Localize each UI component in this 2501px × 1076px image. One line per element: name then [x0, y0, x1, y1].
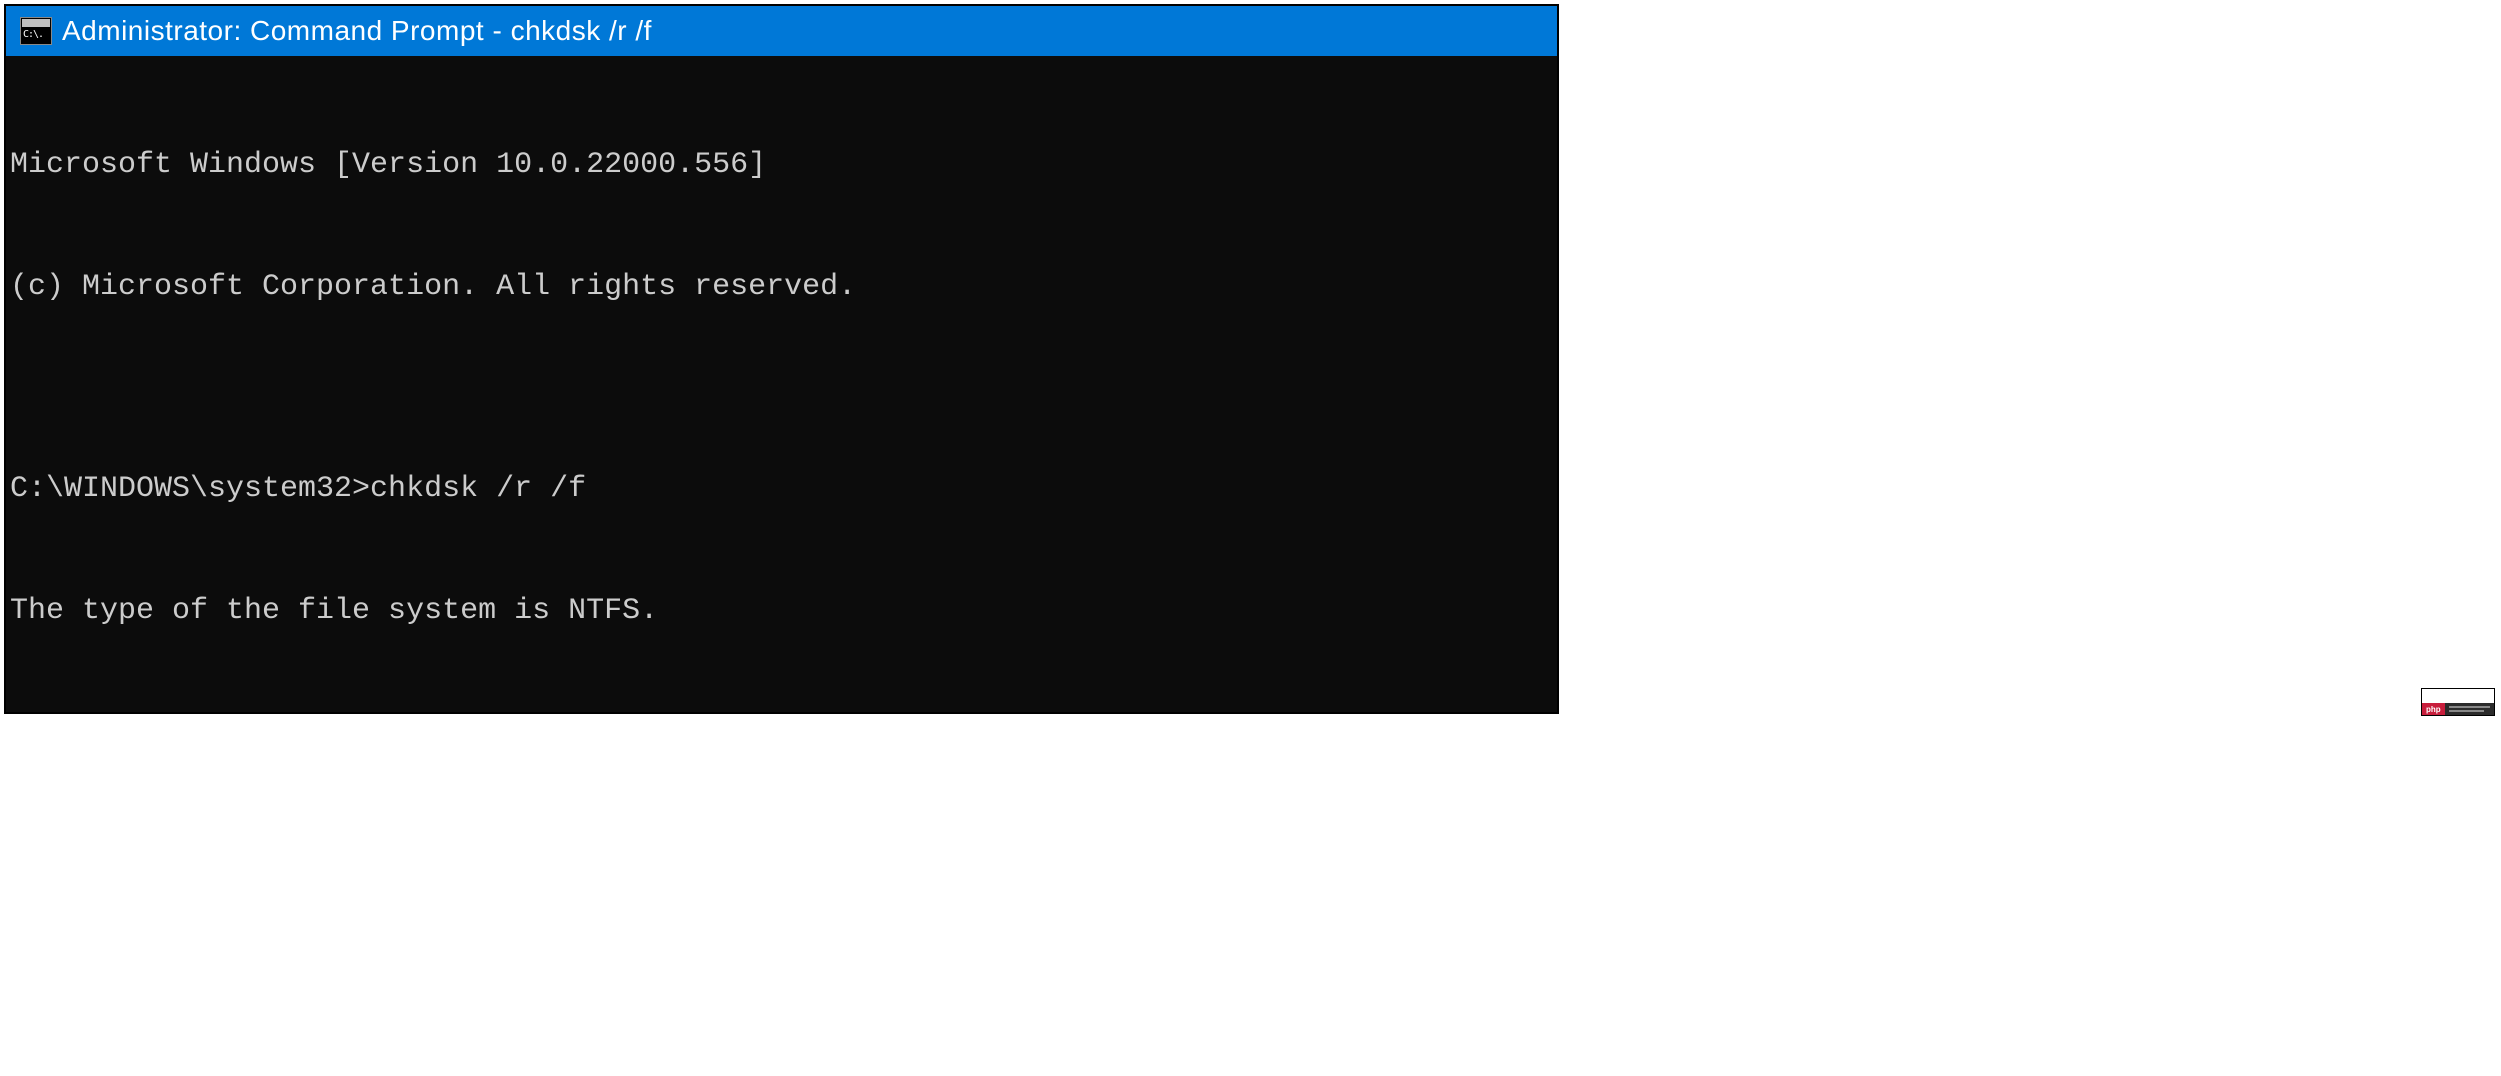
watermark-bottom: php — [2422, 703, 2494, 715]
watermark-tag: php — [2422, 703, 2445, 715]
output-line: Microsoft Windows [Version 10.0.22000.55… — [10, 145, 1553, 186]
output-line: The type of the file system is NTFS. — [10, 591, 1553, 632]
watermark-top — [2422, 689, 2494, 703]
cmd-icon: C:\. — [20, 17, 52, 45]
prompt-line: C:\WINDOWS\system32>chkdsk /r /f — [10, 469, 1553, 510]
output-line: (c) Microsoft Corporation. All rights re… — [10, 267, 1553, 308]
watermark-rest — [2445, 703, 2494, 715]
window-title: Administrator: Command Prompt - chkdsk /… — [62, 15, 652, 47]
terminal-output[interactable]: Microsoft Windows [Version 10.0.22000.55… — [6, 56, 1557, 712]
watermark-badge: php — [2421, 688, 2495, 716]
cmd-icon-text: C:\. — [23, 29, 43, 40]
command-prompt-window: C:\. Administrator: Command Prompt - chk… — [4, 4, 1559, 714]
titlebar[interactable]: C:\. Administrator: Command Prompt - chk… — [6, 6, 1557, 56]
